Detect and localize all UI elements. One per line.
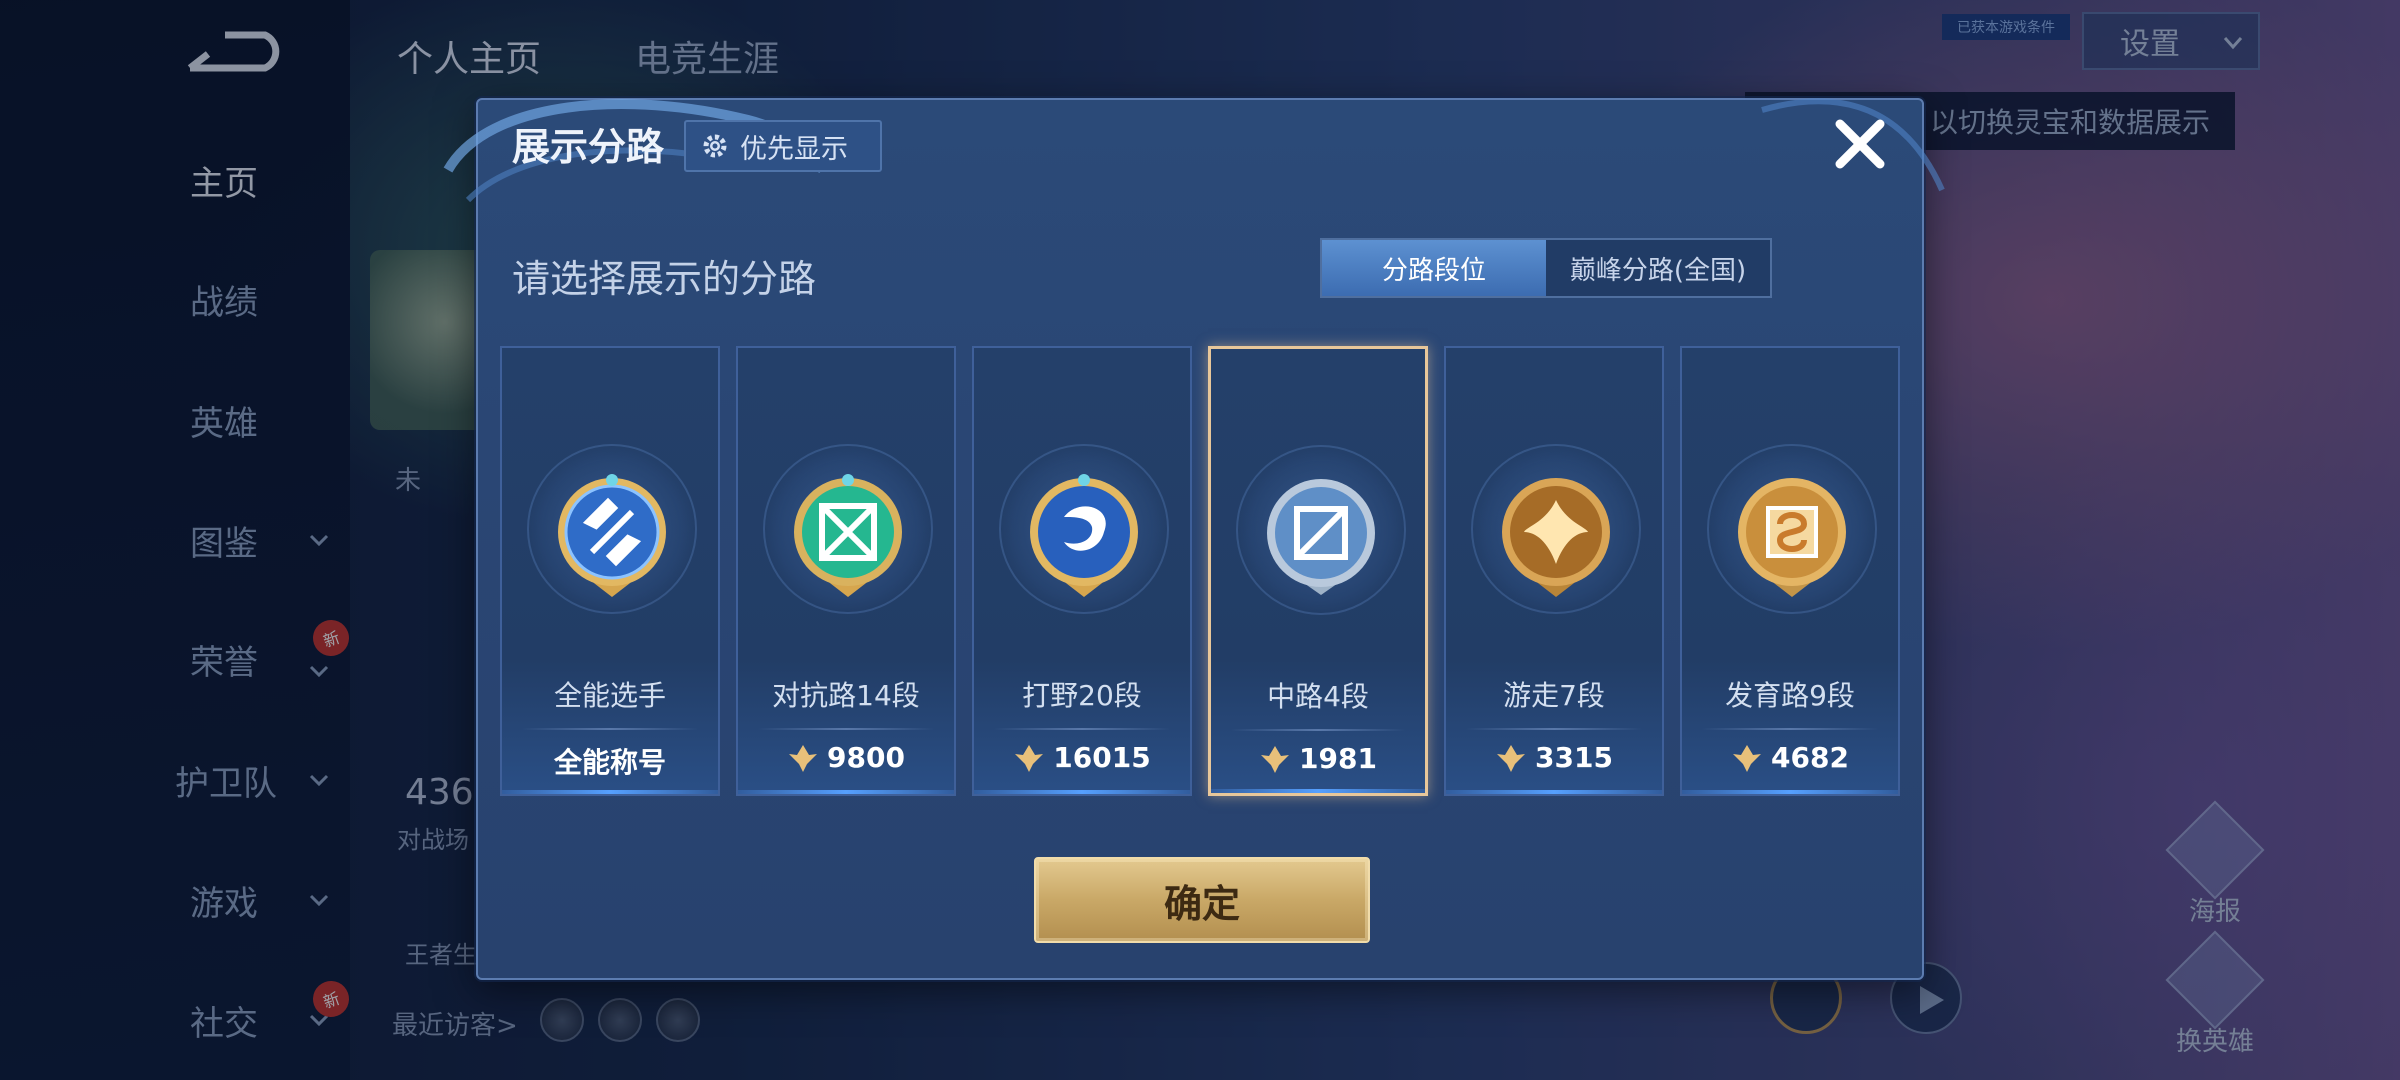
gear-icon [703, 134, 727, 158]
lane-card-mid[interactable]: 中路4段 1981 [1208, 346, 1428, 796]
farm-lane-emblem-icon [1738, 478, 1846, 597]
mid-lane-emblem-icon [1267, 479, 1375, 595]
rank-points-icon [789, 744, 818, 772]
lane-score-value: 16015 [1053, 741, 1151, 774]
divider [1702, 728, 1878, 730]
display-mode-toggle: 分路段位 巅峰分路(全国) [1320, 238, 1772, 298]
lane-score: 全能称号 [502, 741, 718, 781]
confirm-label: 确定 [1163, 881, 1240, 926]
lane-score: 16015 [974, 741, 1190, 774]
lane-score-value: 全能称号 [553, 746, 666, 779]
lane-rank-label: 发育路9段 [1725, 679, 1855, 712]
lane-score-value: 1981 [1299, 742, 1377, 775]
lane-score: 9800 [738, 741, 954, 774]
lane-score-value: 9800 [827, 741, 905, 774]
priority-display-button[interactable]: 优先显示 [684, 120, 882, 172]
close-icon[interactable] [1830, 114, 1890, 174]
confirm-button[interactable]: 确定 [1034, 857, 1370, 943]
rank-points-icon [1497, 744, 1526, 772]
jungle-emblem-icon [1030, 474, 1138, 597]
priority-display-label: 优先显示 [740, 133, 848, 165]
lane-score-value: 3315 [1535, 741, 1613, 774]
lane-card-all-round[interactable]: 全能选手 全能称号 [500, 346, 720, 796]
roam-emblem-icon [1502, 478, 1610, 597]
divider [522, 728, 698, 730]
lane-score: 3315 [1446, 741, 1662, 774]
lane-score-value: 4682 [1771, 741, 1849, 774]
lane-rank-label: 游走7段 [1503, 679, 1605, 712]
all-round-emblem-icon [558, 474, 666, 597]
select-lane-prompt: 请选择展示的分路 [512, 257, 817, 301]
lane-score: 1981 [1211, 742, 1425, 775]
lane-rank-label: 中路4段 [1267, 680, 1369, 713]
lane-rank-label: 全能选手 [553, 679, 666, 712]
lane-card-clash[interactable]: 对抗路14段 9800 [736, 346, 956, 796]
divider [758, 728, 934, 730]
clash-lane-emblem-icon [794, 474, 902, 597]
divider [1231, 729, 1405, 731]
lane-card-farm[interactable]: 发育路9段 4682 [1680, 346, 1900, 796]
lane-rank-label: 对抗路14段 [772, 679, 920, 712]
tab-lane-rank[interactable]: 分路段位 [1322, 240, 1546, 296]
lane-score: 4682 [1682, 741, 1898, 774]
dialog-title: 展示分路 [512, 125, 665, 169]
lane-card-jungle[interactable]: 打野20段 16015 [972, 346, 1192, 796]
lane-rank-label: 打野20段 [1022, 679, 1142, 712]
rank-points-icon [1261, 745, 1290, 773]
rank-points-icon [1733, 744, 1762, 772]
divider [994, 728, 1170, 730]
app-root: 主页 战绩 英雄 图鉴 荣誉 新 护卫队 游戏 社交 新 个人主页 电竞生涯 已… [0, 0, 2400, 1080]
lane-display-dialog: 展示分路 优先显示 请选择展示的分路 分路段位 巅峰分路(全国) 全能选手 全能… [443, 98, 1945, 980]
lane-card-roam[interactable]: 游走7段 3315 [1444, 346, 1664, 796]
rank-points-icon [1015, 744, 1044, 772]
divider [1466, 728, 1642, 730]
tab-peak-lane-national[interactable]: 巅峰分路(全国) [1546, 240, 1770, 296]
